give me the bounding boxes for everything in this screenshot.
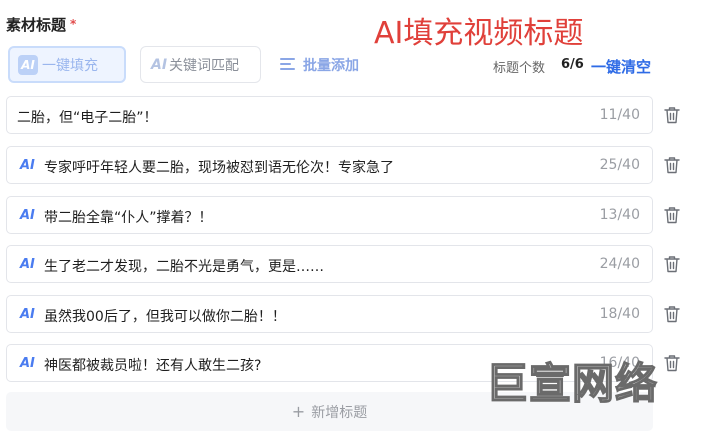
ai-generated-icon: AI bbox=[20, 307, 35, 322]
trash-icon[interactable] bbox=[664, 305, 680, 323]
title-count-value: 6/6 bbox=[561, 57, 584, 72]
autofill-button[interactable]: AI 一键填充 bbox=[8, 46, 126, 83]
title-row[interactable]: AI 生了老二才发现，二胎不光是勇气，更是…… 24/40 bbox=[6, 245, 653, 283]
title-input[interactable]: 生了老二才发现，二胎不光是勇气，更是…… bbox=[44, 256, 324, 276]
keyword-match-button[interactable]: AI 关键词匹配 bbox=[140, 46, 261, 83]
char-counter: 24/40 bbox=[599, 256, 640, 272]
trash-icon[interactable] bbox=[664, 255, 680, 273]
banner-title: AI填充视频标题 bbox=[374, 16, 584, 51]
title-input[interactable]: 带二胎全靠“仆人”撑着？！ bbox=[44, 207, 213, 227]
keyword-match-label: 关键词匹配 bbox=[169, 57, 240, 74]
section-label: 素材标题 * bbox=[6, 14, 76, 35]
list-icon bbox=[280, 58, 295, 71]
ai-generated-icon: AI bbox=[20, 208, 35, 223]
trash-icon[interactable] bbox=[664, 206, 680, 224]
char-counter: 25/40 bbox=[599, 157, 640, 173]
title-input[interactable]: 虽然我00后了，但我可以做你二胎！！ bbox=[44, 306, 286, 326]
char-counter: 13/40 bbox=[599, 207, 640, 223]
title-row[interactable]: AI 虽然我00后了，但我可以做你二胎！！ 18/40 bbox=[6, 295, 653, 333]
trash-icon[interactable] bbox=[664, 106, 680, 124]
title-row[interactable]: 二胎，但“电子二胎”！ 11/40 bbox=[6, 96, 653, 134]
plus-icon: + bbox=[291, 402, 306, 421]
title-row[interactable]: AI 专家呼吁年轻人要二胎，现场被怼到语无伦次！专家急了 25/40 bbox=[6, 146, 653, 184]
title-row[interactable]: AI 带二胎全靠“仆人”撑着？！ 13/40 bbox=[6, 196, 653, 234]
ai-generated-icon: AI bbox=[20, 257, 35, 272]
char-counter: 18/40 bbox=[599, 306, 640, 322]
section-label-text: 素材标题 bbox=[6, 16, 67, 34]
ai-mark-icon: AI bbox=[151, 56, 168, 73]
watermark-logo: 巨宣网络 bbox=[485, 358, 659, 409]
bulk-add-label: 批量添加 bbox=[303, 57, 359, 74]
ai-generated-icon: AI bbox=[20, 158, 35, 173]
trash-icon[interactable] bbox=[664, 156, 680, 174]
title-count-label: 标题个数 bbox=[493, 61, 546, 76]
title-input[interactable]: 二胎，但“电子二胎”！ bbox=[17, 107, 158, 127]
char-counter: 11/40 bbox=[599, 107, 640, 123]
ai-generated-icon: AI bbox=[20, 356, 35, 371]
trash-icon[interactable] bbox=[664, 354, 680, 372]
autofill-label: 一键填充 bbox=[42, 57, 98, 74]
required-mark: * bbox=[70, 17, 77, 31]
ai-badge-icon: AI bbox=[18, 54, 38, 75]
bulk-add-button[interactable]: 批量添加 bbox=[278, 46, 378, 83]
add-title-label: 新增标题 bbox=[311, 404, 368, 421]
title-input[interactable]: 专家呼吁年轻人要二胎，现场被怼到语无伦次！专家急了 bbox=[44, 157, 394, 177]
clear-all-button[interactable]: 一键清空 bbox=[591, 56, 651, 77]
title-input[interactable]: 神医都被裁员啦！还有人敢生二孩? bbox=[44, 355, 261, 375]
